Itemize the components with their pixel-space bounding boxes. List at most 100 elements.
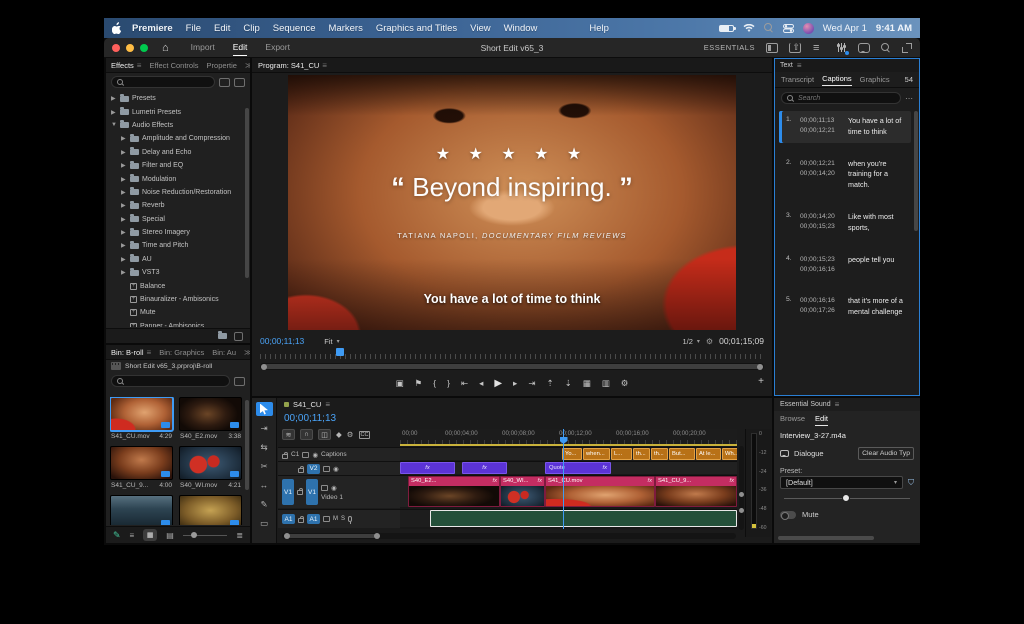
effects-tree-item-stereo-imagery[interactable]: ▶ Stereo Imagery [106, 226, 244, 239]
panel-menu-icon[interactable]: ≡ [797, 61, 802, 70]
close-window-button[interactable] [112, 43, 120, 52]
user-avatar[interactable] [802, 22, 814, 34]
thumbnail-zoom-slider[interactable] [182, 532, 228, 538]
timeline-ruler[interactable]: 00;00 00;00;04;00 00;00;08;00 00;00;12;00 00… [400, 429, 737, 444]
program-monitor-tab[interactable]: Program: S41_CU ≡ [258, 61, 327, 70]
bin-tab-bin-graphics[interactable]: Bin: Graphics [159, 348, 204, 357]
timeline-lanes[interactable]: 00;00 00;00;04;00 00;00;08;00 00;00;12;00 00… [400, 429, 737, 529]
video-clip-s40-wi[interactable]: S40_WI... fx [500, 476, 545, 507]
effects-tab-effect-controls[interactable]: Effect Controls [149, 61, 198, 70]
lift-icon[interactable]: ⇡ [546, 378, 553, 389]
settings-icon[interactable]: ⚙ [621, 378, 629, 389]
v1-source-patch[interactable]: V1 [282, 479, 294, 505]
effects-tree-item-au[interactable]: ▶ AU [106, 253, 244, 266]
v1-track-lane[interactable]: S40_E2... fx S40_WI... fx S41_CU.mov fx S41_CU… [400, 475, 737, 507]
tree-chevron-icon[interactable]: ▶ [121, 269, 127, 276]
program-mini-timeline[interactable] [260, 348, 764, 359]
mute-toggle[interactable] [780, 510, 796, 520]
effects-tree-item-lumetri-presets[interactable]: ▶ Lumetri Presets [106, 105, 244, 118]
caption-clip[interactable]: At le... [696, 448, 721, 460]
essential-sound-scrollbar[interactable] [778, 536, 874, 540]
caption-clip[interactable]: But... [669, 448, 695, 460]
filter-bin-icon[interactable] [234, 376, 245, 386]
sync-lock-icon[interactable] [302, 451, 310, 458]
caption-item-4[interactable]: 4. 00;00;15;23 00;00;16;16 people tell you [779, 250, 911, 280]
track-select-tool[interactable]: ⇥ [256, 421, 273, 435]
mode-tab-import[interactable]: Import [191, 39, 215, 56]
sync-lock-icon[interactable] [321, 484, 328, 491]
bin-clip-partial[interactable] [110, 495, 173, 525]
caption-text[interactable]: that it's more of a mental challenge [848, 296, 909, 318]
tree-chevron-icon[interactable]: ▶ [121, 229, 127, 236]
menubar-item-help[interactable]: Help [589, 23, 609, 34]
v2-track-lane[interactable]: fx fx Quote fx [400, 461, 737, 474]
timeline-playhead[interactable] [563, 429, 564, 529]
control-center-icon[interactable] [782, 23, 794, 33]
fullscreen-icon[interactable] [902, 42, 912, 53]
voiceover-record-icon[interactable] [348, 516, 353, 524]
bin-tab-bin-b-roll[interactable]: Bin: B-roll ≡ [111, 348, 151, 357]
timeline-settings-icon[interactable]: ⚙ [347, 430, 354, 439]
add-marker-icon[interactable]: ⚑ [415, 378, 423, 389]
effects-tab-effects[interactable]: Effects ≡ [111, 61, 141, 70]
bin-clip-s41-cu-9[interactable]: S41_CU_9... 4:00 [110, 446, 173, 493]
razor-tool[interactable]: ✂ [256, 459, 273, 473]
caption-text[interactable]: when you're training for a match. [848, 159, 909, 191]
monitor-settings-icon[interactable]: ⚙ [706, 337, 713, 346]
timeline-horizontal-scrollbar[interactable] [282, 533, 736, 539]
snap-icon[interactable]: ∩ [300, 429, 313, 440]
preset-select[interactable]: [Default] ▾ [780, 476, 903, 489]
menubar-item-graphics-and-titles[interactable]: Graphics and Titles [376, 23, 457, 34]
clear-audio-type-button[interactable]: Clear Audio Typ [858, 447, 914, 460]
edit-pencil-icon[interactable]: ✎ [113, 530, 121, 541]
audio-clip[interactable] [430, 510, 737, 527]
mark-in-icon[interactable]: { [433, 378, 436, 388]
effects-tree-item-filter-and-eq[interactable]: ▶ Filter and EQ [106, 159, 244, 172]
lock-icon[interactable] [282, 451, 288, 459]
effects-tree-item-amplitude-and-compression[interactable]: ▶ Amplitude and Compression [106, 132, 244, 145]
slider-knob[interactable] [841, 494, 850, 502]
timeline-vertical-scrollbar[interactable] [739, 446, 744, 530]
effects-tree-item-binauralizer-ambisonics[interactable]: + Binauralizer - Ambisonics [106, 293, 244, 306]
graphics-clip[interactable]: Quote fx [545, 462, 611, 474]
extract-icon[interactable]: ⇣ [565, 378, 572, 389]
camera-icon[interactable]: ▦ [583, 378, 591, 389]
a1-track-lane[interactable] [400, 509, 737, 527]
track-visibility-icon[interactable]: ◉ [333, 465, 339, 473]
menubar-item-markers[interactable]: Markers [329, 23, 363, 34]
bin-clip-s40-e2-mov[interactable]: S40_E2.mov 3:38 [179, 397, 242, 444]
graphics-clip[interactable]: fx [400, 462, 455, 474]
spotlight-search-icon[interactable] [763, 23, 774, 33]
panel-menu-icon[interactable]: ≡ [325, 400, 330, 409]
text-tab-captions[interactable]: Captions [822, 74, 852, 86]
tree-chevron-icon[interactable]: ▶ [121, 162, 127, 169]
tree-chevron-icon[interactable]: ▶ [121, 176, 127, 183]
program-scrollbar[interactable] [260, 363, 764, 370]
mode-tab-export[interactable]: Export [265, 39, 290, 56]
panel-menu-icon[interactable]: ≡ [147, 348, 152, 357]
pen-tool[interactable]: ✎ [256, 497, 273, 511]
a1-track-target[interactable]: A1 [307, 514, 320, 524]
panel-overflow-icon[interactable]: ≫ [244, 348, 250, 357]
search-icon[interactable] [881, 42, 891, 53]
timeline-current-timecode[interactable]: 00;00;11;13 [284, 413, 336, 424]
caption-clip[interactable]: when... [583, 448, 610, 460]
volume-slider[interactable] [784, 494, 910, 502]
go-to-out-icon[interactable]: ⇥ [528, 378, 535, 389]
caption-track-header[interactable]: C1 ◉ Captions [278, 447, 400, 461]
effects-tree-item-vst3[interactable]: ▶ VST3 [106, 266, 244, 279]
export-frame-icon[interactable]: ▣ [396, 378, 404, 389]
audio-meters[interactable]: 0 -12 -24 -36 -48 -60 [745, 429, 771, 537]
caption-clip[interactable]: th... [633, 448, 650, 460]
effects-tab-propertie[interactable]: Propertie [207, 61, 237, 70]
selection-tool[interactable] [255, 402, 273, 416]
mark-out-icon[interactable]: } [447, 378, 450, 388]
a1-track-header[interactable]: A1 A1 M S [278, 509, 400, 528]
captions-scrollbar[interactable] [914, 111, 918, 231]
effects-tree-item-special[interactable]: ▶ Special [106, 213, 244, 226]
step-forward-icon[interactable]: ▸ [513, 378, 517, 389]
effects-tree-item-time-and-pitch[interactable]: ▶ Time and Pitch [106, 239, 244, 252]
caption-item-5[interactable]: 5. 00;00;16;16 00;00;17;26 that it's more o… [779, 291, 911, 323]
panel-overflow-icon[interactable]: ≫ [245, 61, 250, 70]
multi-view-icon[interactable]: ▥ [602, 378, 610, 389]
